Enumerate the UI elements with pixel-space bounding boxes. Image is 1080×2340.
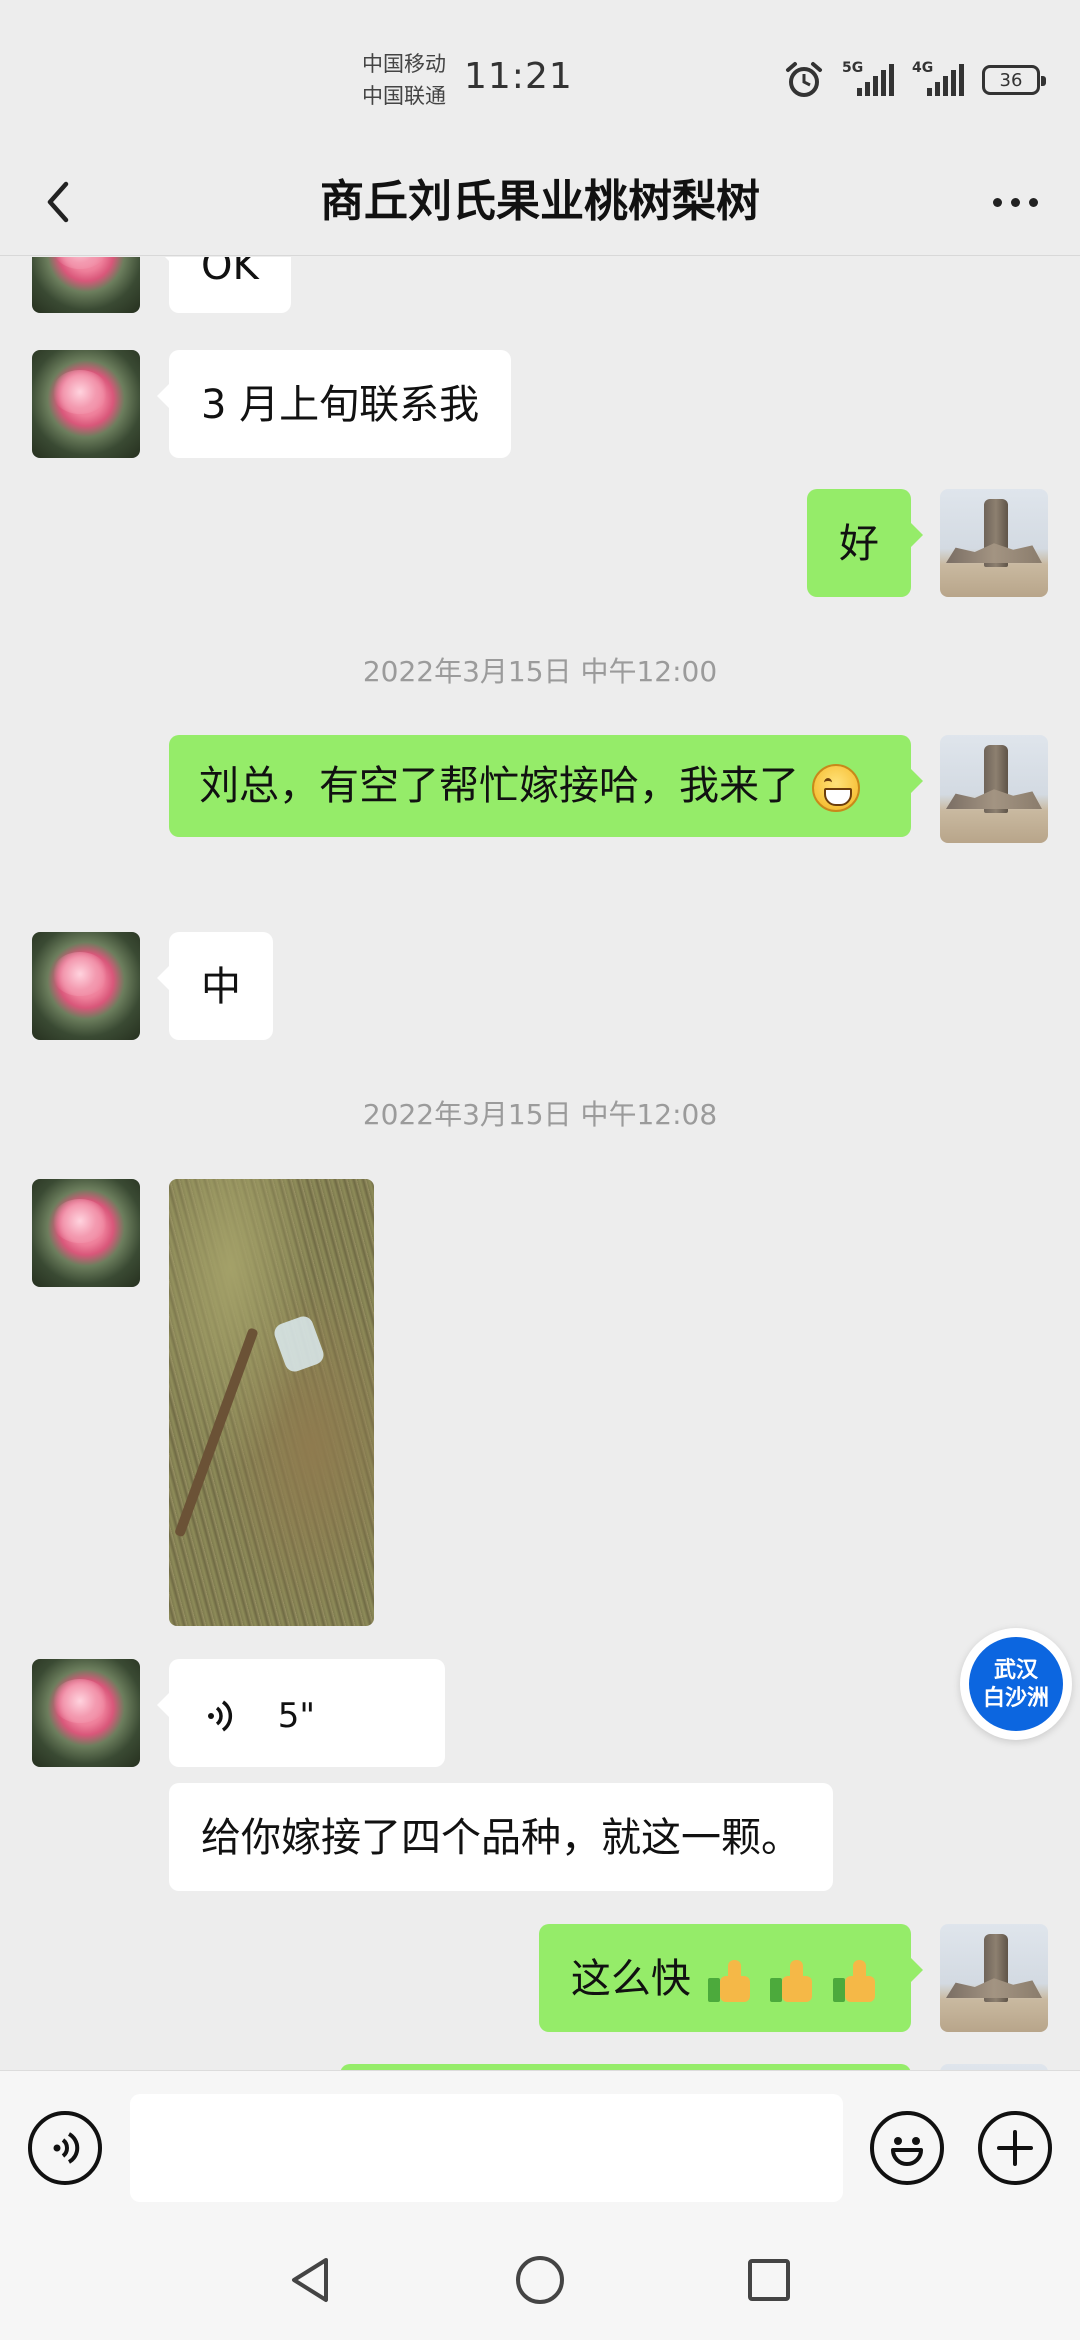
thumbs-up-emoji-icon bbox=[770, 1958, 816, 2004]
plus-icon bbox=[997, 2130, 1033, 2166]
message-text: 给你嫁接了四个品种，就这一颗。 bbox=[201, 1815, 801, 1861]
voice-wave-icon bbox=[208, 1700, 233, 1732]
nav-recent-icon bbox=[748, 2259, 790, 2301]
image-message[interactable] bbox=[169, 1179, 374, 1626]
message-timestamp: 2022年3月15日 中午12:08 bbox=[362, 1098, 718, 1131]
input-bar bbox=[0, 2070, 1080, 2220]
more-button[interactable] bbox=[980, 180, 1050, 224]
contact-avatar[interactable] bbox=[32, 1179, 140, 1287]
emoji-button[interactable] bbox=[870, 2111, 944, 2185]
badge-line-1: 武汉 bbox=[993, 1657, 1038, 1683]
voice-duration: 5" bbox=[277, 1696, 315, 1736]
nav-recent-button[interactable] bbox=[731, 2242, 807, 2318]
back-icon bbox=[47, 181, 69, 223]
message-text: OK bbox=[201, 257, 259, 289]
alarm-icon bbox=[786, 62, 822, 97]
chat-title: 商丘刘氏果业桃树梨树 bbox=[320, 176, 760, 227]
voice-icon bbox=[53, 2132, 80, 2164]
message-bubble-incoming[interactable]: OK bbox=[157, 257, 291, 313]
thumbs-up-emoji-icon bbox=[707, 1958, 754, 2004]
message-bubble-outgoing[interactable]: 这么快 bbox=[538, 1924, 924, 2032]
message-bubble-outgoing[interactable]: 好 bbox=[807, 489, 923, 597]
nav-home-button[interactable] bbox=[502, 2242, 578, 2318]
nav-back-icon bbox=[292, 2258, 328, 2302]
signal-icon: 4G bbox=[912, 60, 964, 100]
back-button[interactable] bbox=[30, 172, 90, 232]
carrier-1: 中国移动 bbox=[362, 52, 446, 76]
more-icon bbox=[992, 197, 1038, 207]
battery-icon: 36 bbox=[982, 65, 1046, 95]
message-bubble-outgoing[interactable]: 刘总，有空了帮忙嫁接哈，我来了 bbox=[169, 735, 923, 837]
chat-header: 商丘刘氏果业桃树梨树 bbox=[0, 150, 1080, 256]
my-avatar[interactable] bbox=[940, 1924, 1048, 2032]
message-bubble-incoming[interactable]: 中 bbox=[157, 932, 273, 1040]
battery-level: 36 bbox=[999, 69, 1023, 91]
message-text: 这么快 bbox=[570, 1956, 691, 2002]
emoji-icon bbox=[891, 2137, 923, 2166]
message-text: 3 月上旬联系我 bbox=[201, 382, 480, 428]
badge-line-2: 白沙洲 bbox=[982, 1685, 1049, 1711]
message-input[interactable] bbox=[130, 2094, 843, 2202]
status-bar: 中国移动 中国联通 11:21 5G 4G 36 bbox=[0, 0, 1080, 150]
floating-location-badge[interactable]: 武汉 白沙洲 bbox=[960, 1628, 1072, 1740]
message-bubble-incoming[interactable]: 给你嫁接了四个品种，就这一颗。 bbox=[169, 1783, 833, 1891]
message-text: 中 bbox=[201, 964, 241, 1010]
carrier-info: 中国移动 中国联通 bbox=[362, 48, 446, 112]
message-text: 刘总，有空了帮忙嫁接哈，我来了 bbox=[199, 763, 799, 809]
message-timestamp: 2022年3月15日 中午12:00 bbox=[362, 655, 718, 688]
system-navigation-bar bbox=[0, 2220, 1080, 2340]
message-list[interactable]: OK 3 月上旬联系我 好 2022年3月15日 中午12:00 刘总，有空了帮… bbox=[0, 257, 1080, 2070]
my-avatar[interactable] bbox=[940, 489, 1048, 597]
status-time: 11:21 bbox=[464, 56, 573, 97]
nav-home-icon bbox=[516, 2256, 564, 2304]
signal-icon: 5G bbox=[842, 60, 894, 100]
contact-avatar[interactable] bbox=[32, 257, 140, 313]
status-icons: 5G 4G 36 bbox=[784, 58, 1046, 102]
thumbs-up-emoji-icon bbox=[833, 1958, 879, 2004]
contact-avatar[interactable] bbox=[32, 350, 140, 458]
more-functions-button[interactable] bbox=[978, 2111, 1052, 2185]
voice-input-button[interactable] bbox=[28, 2111, 102, 2185]
contact-avatar[interactable] bbox=[32, 932, 140, 1040]
voice-message[interactable]: 5" bbox=[157, 1659, 445, 1767]
message-bubble-incoming[interactable]: 3 月上旬联系我 bbox=[156, 350, 512, 458]
my-avatar[interactable] bbox=[940, 735, 1048, 843]
message-text: 好 bbox=[839, 521, 879, 567]
grin-emoji-icon bbox=[811, 764, 860, 812]
contact-avatar[interactable] bbox=[32, 1659, 140, 1767]
nav-back-button[interactable] bbox=[272, 2242, 348, 2318]
carrier-2: 中国联通 bbox=[362, 84, 446, 108]
